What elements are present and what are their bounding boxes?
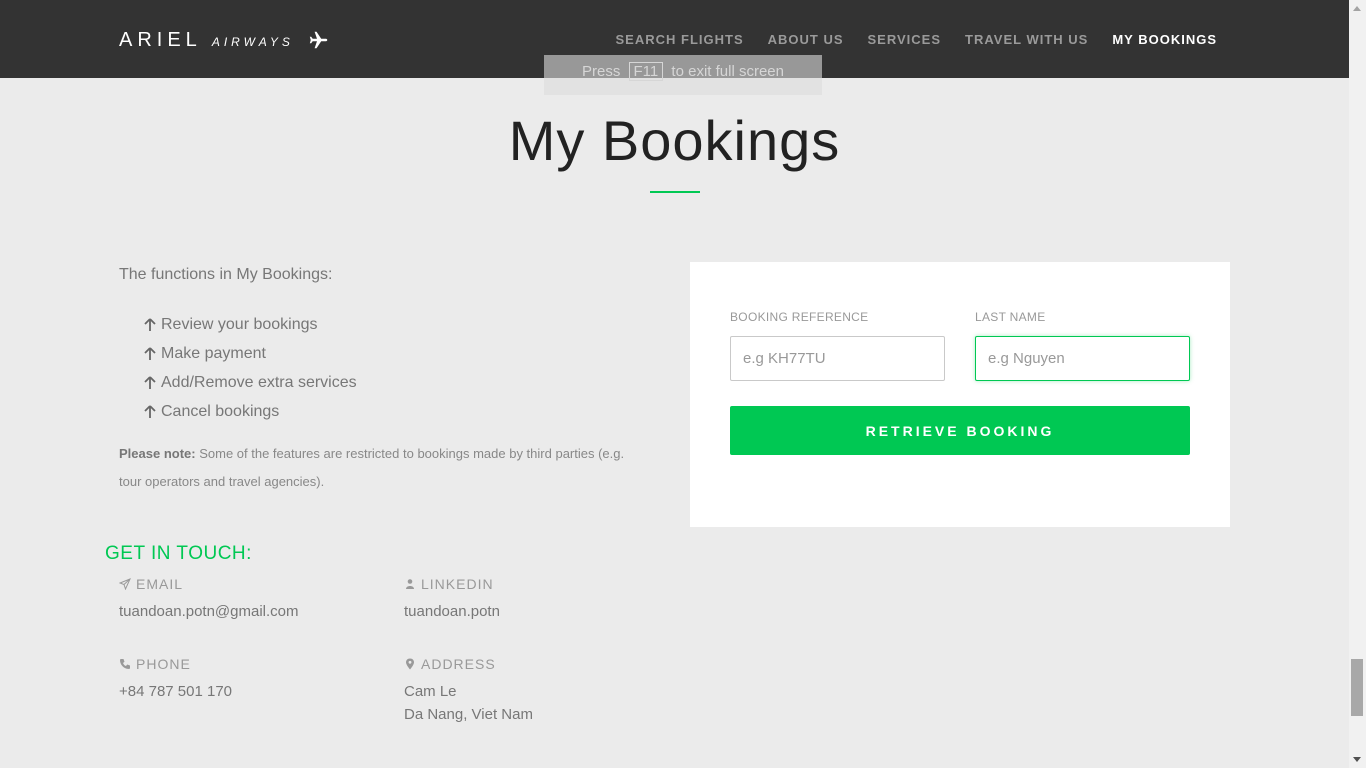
address-line-1: Cam Le: [404, 683, 457, 700]
list-item: Review your bookings: [144, 310, 357, 339]
arrow-up-icon: [144, 404, 156, 418]
function-label: Cancel bookings: [161, 402, 280, 420]
scroll-down-arrow-icon[interactable]: [1353, 757, 1361, 762]
function-label: Add/Remove extra services: [161, 373, 357, 391]
contact-address: ADDRESS Cam Le Da Nang, Viet Nam: [404, 654, 533, 726]
scroll-up-arrow-icon[interactable]: [1353, 6, 1361, 11]
scrollbar-thumb[interactable]: [1351, 659, 1363, 716]
last-name-label: LAST NAME: [975, 310, 1046, 324]
email-label: EMAIL: [136, 576, 184, 592]
function-label: Make payment: [161, 344, 266, 362]
nav-services[interactable]: SERVICES: [868, 32, 942, 47]
contact-phone: PHONE +84 787 501 170: [119, 654, 232, 703]
brand-logo[interactable]: ARIEL AIRWAYS: [119, 27, 330, 53]
nav-about-us[interactable]: ABOUT US: [768, 32, 844, 47]
phone-icon: [120, 659, 130, 669]
last-name-input[interactable]: [975, 336, 1190, 381]
functions-list: Review your bookings Make payment Add/Re…: [144, 310, 357, 426]
title-underline: [650, 191, 700, 193]
arrow-up-icon: [144, 346, 156, 360]
page-title: My Bookings: [508, 109, 841, 172]
email-link[interactable]: tuandoan.potn@gmail.com: [119, 603, 299, 620]
functions-intro: The functions in My Bookings:: [119, 266, 333, 283]
nav-search-flights[interactable]: SEARCH FLIGHTS: [616, 32, 744, 47]
booking-reference-label: BOOKING REFERENCE: [730, 310, 869, 324]
function-label: Review your bookings: [161, 315, 318, 333]
brand-tagline: AIRWAYS: [211, 35, 294, 49]
contact-email: EMAIL tuandoan.potn@gmail.com: [119, 574, 299, 623]
address-line-2: Da Nang, Viet Nam: [404, 706, 533, 723]
phone-label: PHONE: [136, 656, 191, 672]
arrow-up-icon: [144, 317, 156, 331]
user-icon: [406, 579, 414, 589]
list-item: Make payment: [144, 339, 357, 368]
phone-value: +84 787 501 170: [119, 683, 233, 700]
linkedin-label: LINKEDIN: [421, 576, 494, 592]
booking-form-card: BOOKING REFERENCE LAST NAME RETRIEVE BOO…: [690, 262, 1230, 527]
fullscreen-hint-prefix: Press: [582, 63, 621, 80]
paper-plane-icon: [119, 578, 131, 590]
fullscreen-hint: Press F11 to exit full screen: [544, 55, 822, 95]
contact-linkedin: LINKEDIN tuandoan.potn: [404, 574, 500, 623]
brand-name: ARIEL: [119, 28, 202, 51]
map-marker-icon: [406, 658, 414, 670]
booking-reference-input[interactable]: [730, 336, 945, 381]
retrieve-booking-button[interactable]: RETRIEVE BOOKING: [730, 406, 1190, 455]
arrow-up-icon: [144, 375, 156, 389]
note-text: Please note: Some of the features are re…: [119, 440, 649, 496]
list-item: Cancel bookings: [144, 397, 357, 426]
fullscreen-hint-suffix: to exit full screen: [671, 63, 784, 80]
note-bold: Please note:: [119, 446, 196, 461]
airplane-icon: [309, 31, 328, 49]
contact-heading: GET IN TOUCH:: [105, 543, 252, 564]
nav-my-bookings[interactable]: MY BOOKINGS: [1112, 32, 1217, 47]
linkedin-link[interactable]: tuandoan.potn: [404, 603, 500, 620]
fullscreen-hint-key: F11: [628, 62, 664, 81]
vertical-scrollbar[interactable]: [1349, 0, 1366, 768]
list-item: Add/Remove extra services: [144, 368, 357, 397]
address-label: ADDRESS: [421, 656, 496, 672]
nav-travel-with-us[interactable]: TRAVEL WITH US: [965, 32, 1088, 47]
